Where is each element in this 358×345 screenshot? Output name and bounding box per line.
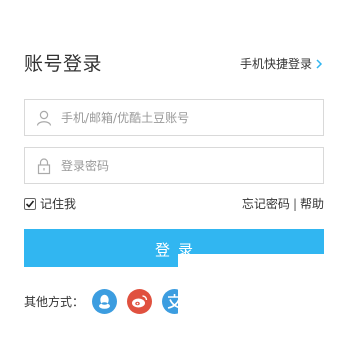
remember-label: 记住我 [40,197,77,211]
qq-icon [99,294,111,309]
render-clip [178,284,208,318]
link-separator: | [292,197,297,211]
qq-login-button[interactable] [92,288,118,314]
phone-login-link[interactable]: 手机快捷登录 [240,55,324,72]
chevron-right-icon [316,58,323,69]
social-label: 其他方式： [24,294,85,309]
remember-me[interactable]: 记住我 [24,195,76,212]
phone-login-label: 手机快捷登录 [239,57,312,71]
user-icon [36,110,52,126]
help-links: 忘记密码 | 帮助 [242,195,324,212]
login-header: 账号登录 手机快捷登录 [24,47,324,77]
help-link[interactable]: 帮助 [300,197,324,211]
password-field[interactable] [24,147,324,184]
lock-icon [37,158,51,175]
check-icon [25,199,35,208]
remember-checkbox[interactable] [24,197,36,210]
forgot-password-link[interactable]: 忘记密码 [242,197,290,211]
social-login: 其他方式： [24,288,197,314]
username-field[interactable] [24,99,324,136]
weibo-icon [132,294,148,307]
login-panel: 账号登录 手机快捷登录 记住我 [0,0,358,345]
username-input[interactable] [61,100,316,135]
button-notch [178,254,324,267]
password-input[interactable] [61,148,316,183]
login-options: 记住我 忘记密码 | 帮助 [24,195,324,211]
weibo-login-button[interactable] [127,288,153,314]
login-button[interactable]: 登录 [24,229,324,267]
page-title: 账号登录 [24,53,103,75]
